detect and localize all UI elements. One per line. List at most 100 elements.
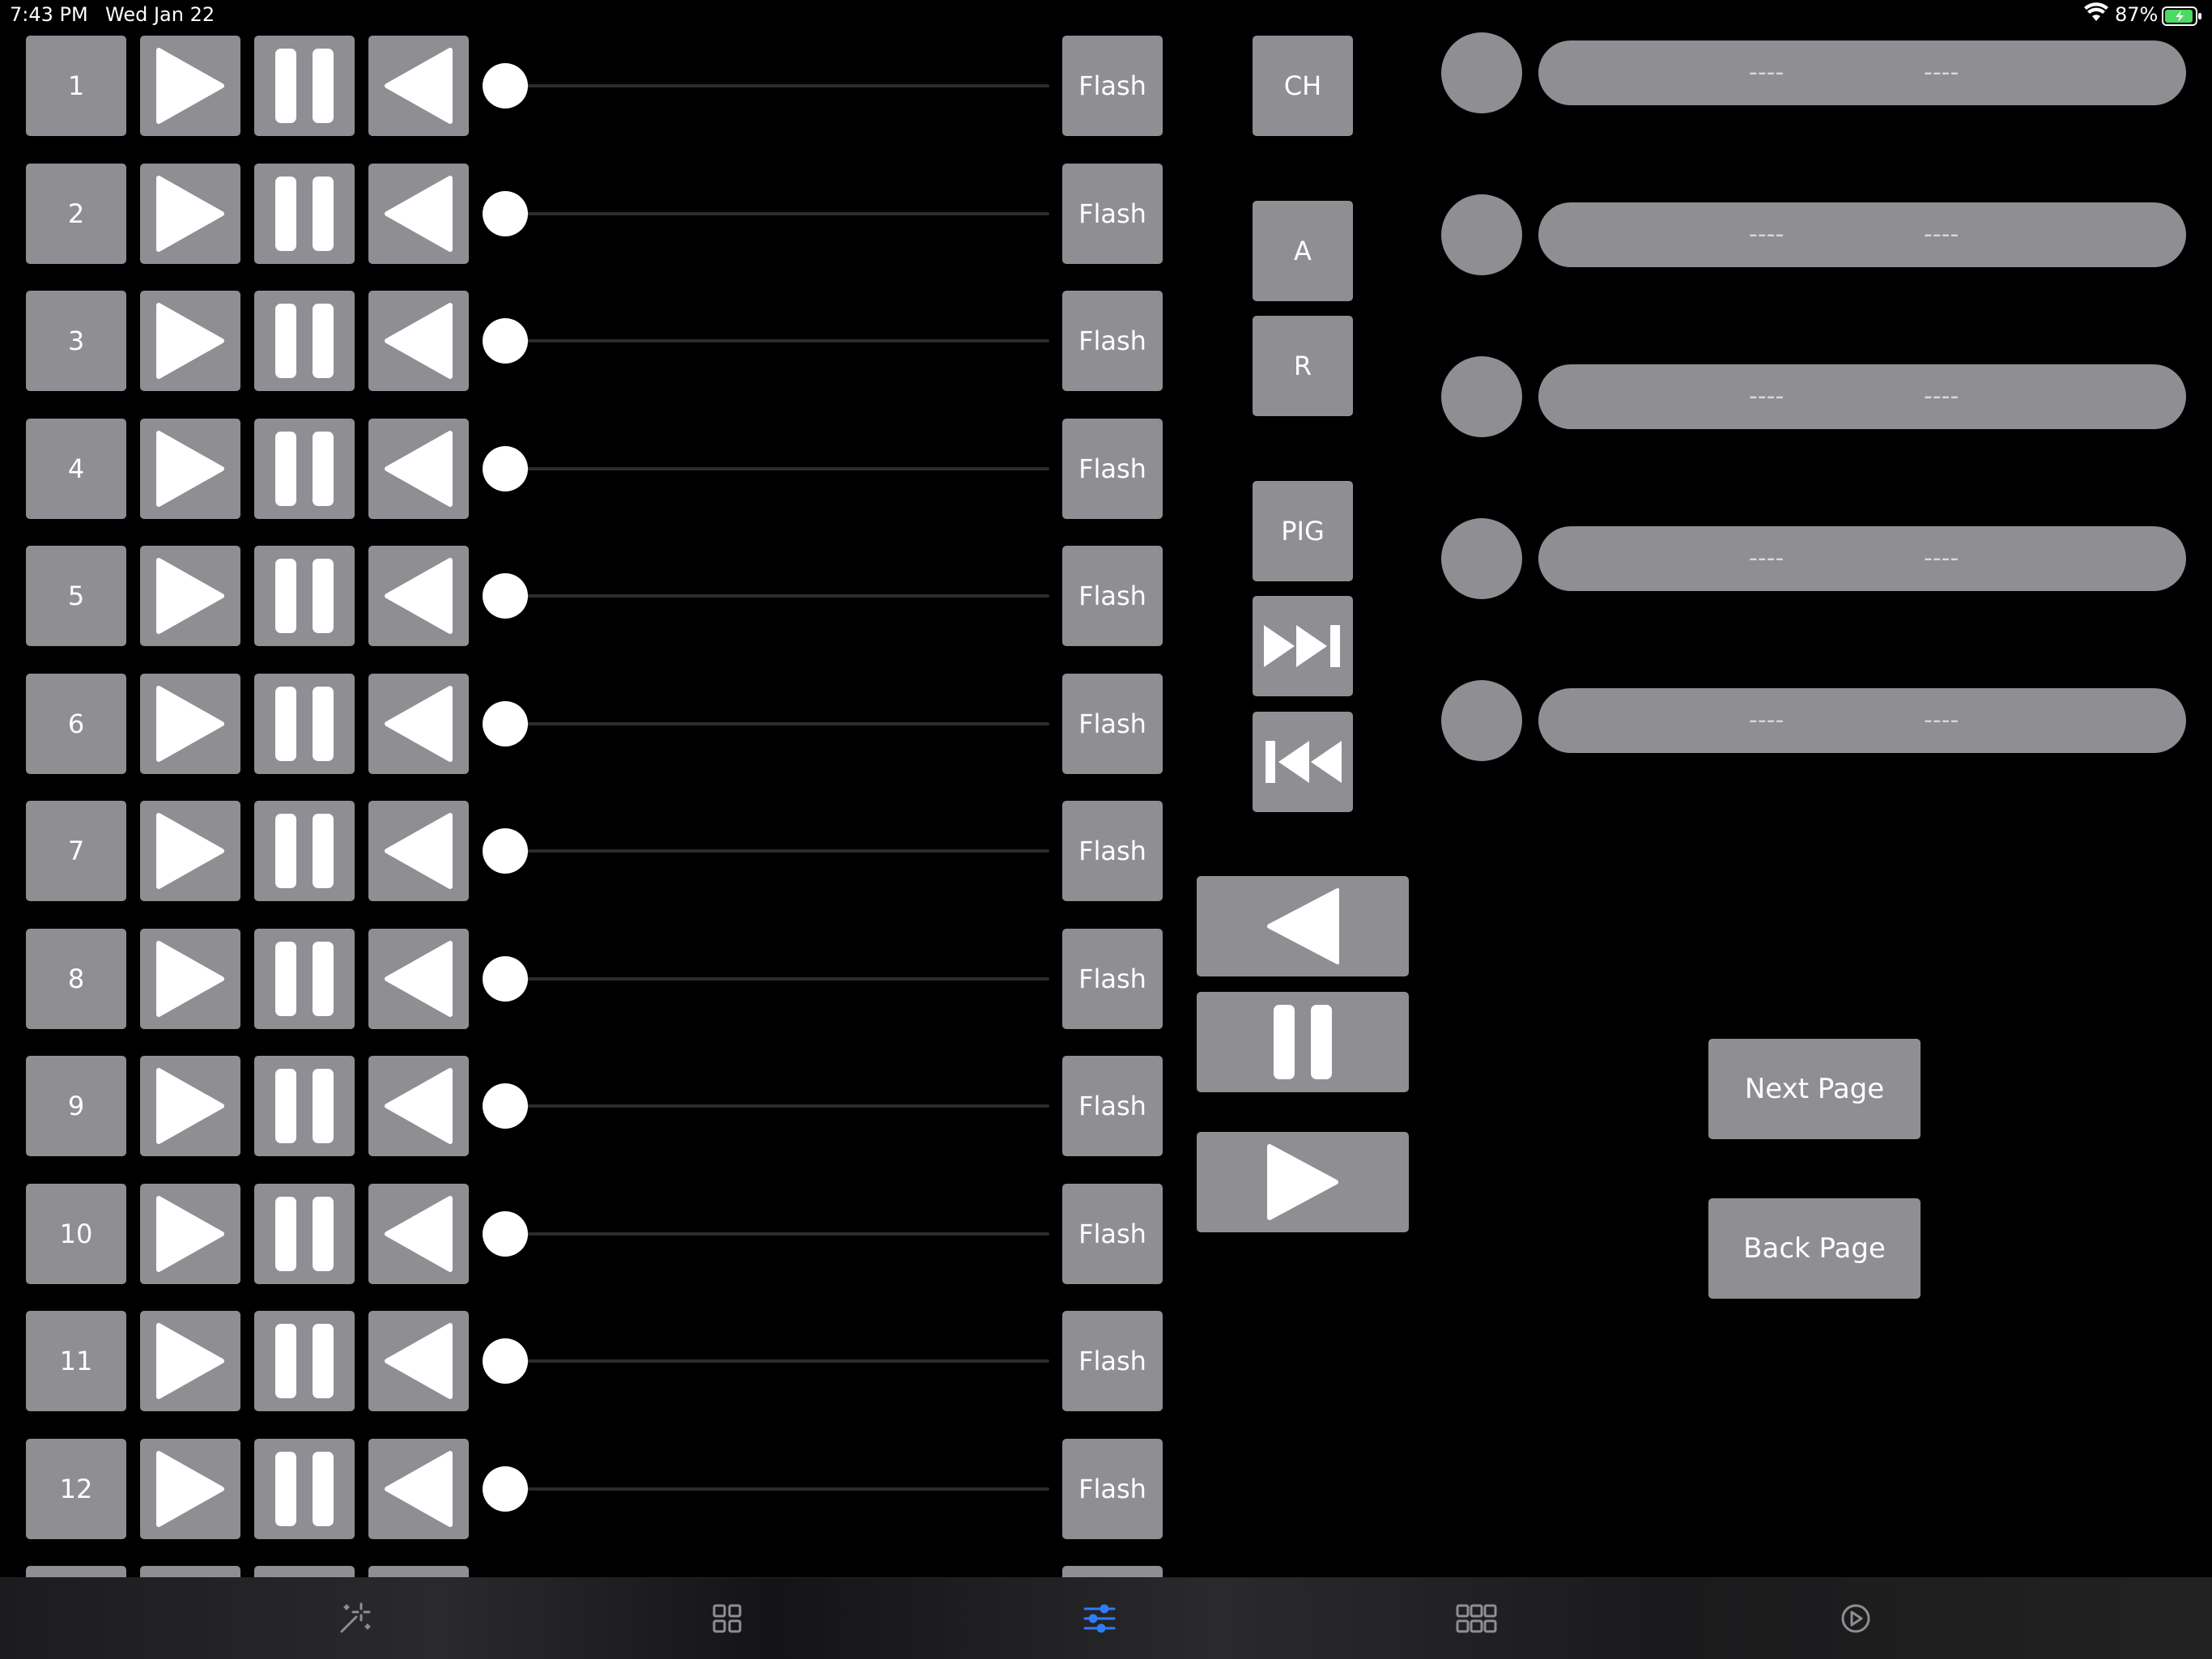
go-button[interactable] [140, 674, 240, 774]
playback-number-button[interactable]: 11 [26, 1311, 126, 1411]
fader-track[interactable] [502, 1359, 1049, 1363]
fader-knob[interactable] [483, 191, 528, 236]
playback-number-button[interactable]: 10 [26, 1184, 126, 1284]
playback-info-pill[interactable]: ---- ---- [1538, 526, 2186, 591]
pig-button[interactable]: PIG [1253, 481, 1353, 581]
go-button[interactable] [140, 1439, 240, 1539]
fader-track[interactable] [502, 212, 1049, 215]
playback-info-pill[interactable]: ---- ---- [1538, 364, 2186, 429]
tab-executors[interactable] [1396, 1578, 1558, 1659]
flash-button[interactable]: Flash [1062, 929, 1163, 1029]
fader-knob[interactable] [483, 1338, 528, 1384]
go-button[interactable] [140, 164, 240, 264]
playback-indicator[interactable] [1441, 356, 1522, 437]
playback-number-button[interactable]: 7 [26, 801, 126, 901]
skip-back-button[interactable] [1253, 712, 1353, 812]
fader-knob[interactable] [483, 318, 528, 364]
flash-button[interactable]: Flash [1062, 1184, 1163, 1284]
back-page-button[interactable]: Back Page [1708, 1198, 1921, 1299]
go-button[interactable] [140, 1184, 240, 1284]
playback-number-button[interactable]: 2 [26, 164, 126, 264]
back-button[interactable] [368, 419, 469, 519]
back-button[interactable] [368, 36, 469, 136]
playback-number-button[interactable]: 1 [26, 36, 126, 136]
fader-track[interactable] [502, 1232, 1049, 1236]
fader-knob[interactable] [483, 701, 528, 747]
pause-button[interactable] [254, 1566, 355, 1577]
pause-button[interactable] [254, 1184, 355, 1284]
playback-number-button[interactable]: 3 [26, 291, 126, 391]
back-button[interactable] [368, 674, 469, 774]
back-button[interactable] [368, 291, 469, 391]
go-button[interactable] [140, 929, 240, 1029]
fader-track[interactable] [502, 722, 1049, 725]
flash-button[interactable]: Flash [1062, 801, 1163, 901]
back-button[interactable] [368, 929, 469, 1029]
next-page-button[interactable]: Next Page [1708, 1039, 1921, 1139]
tab-effects[interactable] [274, 1578, 436, 1659]
back-button[interactable] [368, 1439, 469, 1539]
go-button[interactable] [140, 1566, 240, 1577]
pause-button[interactable] [254, 929, 355, 1029]
pause-button[interactable] [254, 1311, 355, 1411]
playback-number-button[interactable]: 6 [26, 674, 126, 774]
playback-number-button[interactable]: 8 [26, 929, 126, 1029]
fader-knob[interactable] [483, 1083, 528, 1129]
pause-button[interactable] [254, 1056, 355, 1156]
pause-button[interactable] [254, 36, 355, 136]
pause-button[interactable] [254, 419, 355, 519]
playback-number-button[interactable] [26, 1566, 126, 1577]
main-pause-button[interactable] [1197, 992, 1409, 1092]
back-button[interactable] [368, 1184, 469, 1284]
pause-button[interactable] [254, 674, 355, 774]
playback-number-button[interactable]: 4 [26, 419, 126, 519]
pause-button[interactable] [254, 546, 355, 646]
playback-info-pill[interactable]: ---- ---- [1538, 40, 2186, 105]
flash-button[interactable]: Flash [1062, 1311, 1163, 1411]
playback-info-pill[interactable]: ---- ---- [1538, 202, 2186, 267]
fader-track[interactable] [502, 467, 1049, 470]
back-button[interactable] [368, 1566, 469, 1577]
flash-button[interactable]: Flash [1062, 1056, 1163, 1156]
fader-knob[interactable] [483, 446, 528, 491]
flash-button[interactable]: Flash [1062, 674, 1163, 774]
fader-track[interactable] [502, 594, 1049, 598]
main-back-button[interactable] [1197, 876, 1409, 976]
flash-button[interactable]: Flash [1062, 419, 1163, 519]
playback-indicator[interactable] [1441, 194, 1522, 275]
back-button[interactable] [368, 1056, 469, 1156]
playback-number-button[interactable]: 9 [26, 1056, 126, 1156]
go-button[interactable] [140, 419, 240, 519]
fader-knob[interactable] [483, 1466, 528, 1512]
fader-track[interactable] [502, 849, 1049, 853]
fader-knob[interactable] [483, 63, 528, 108]
playback-indicator[interactable] [1441, 680, 1522, 761]
go-button[interactable] [140, 801, 240, 901]
fader-track[interactable] [502, 84, 1049, 87]
fader-knob[interactable] [483, 956, 528, 1002]
flash-button[interactable]: Flash [1062, 1439, 1163, 1539]
tab-faders[interactable] [1019, 1578, 1180, 1659]
playback-info-pill[interactable]: ---- ---- [1538, 688, 2186, 753]
back-button[interactable] [368, 801, 469, 901]
pause-button[interactable] [254, 164, 355, 264]
fader-knob[interactable] [483, 1211, 528, 1257]
flash-button[interactable]: Flash [1062, 546, 1163, 646]
playback-indicator[interactable] [1441, 518, 1522, 599]
playback-indicator[interactable] [1441, 32, 1522, 113]
go-button[interactable] [140, 36, 240, 136]
pause-button[interactable] [254, 801, 355, 901]
back-button[interactable] [368, 546, 469, 646]
go-button[interactable] [140, 1056, 240, 1156]
back-button[interactable] [368, 1311, 469, 1411]
fader-track[interactable] [502, 1487, 1049, 1491]
fader-track[interactable] [502, 339, 1049, 342]
skip-forward-button[interactable] [1253, 596, 1353, 696]
fader-knob[interactable] [483, 573, 528, 619]
a-button[interactable]: A [1253, 201, 1353, 301]
r-button[interactable]: R [1253, 316, 1353, 416]
playback-number-button[interactable]: 12 [26, 1439, 126, 1539]
go-button[interactable] [140, 1311, 240, 1411]
flash-button[interactable]: Flash [1062, 164, 1163, 264]
fader-track[interactable] [502, 1104, 1049, 1108]
